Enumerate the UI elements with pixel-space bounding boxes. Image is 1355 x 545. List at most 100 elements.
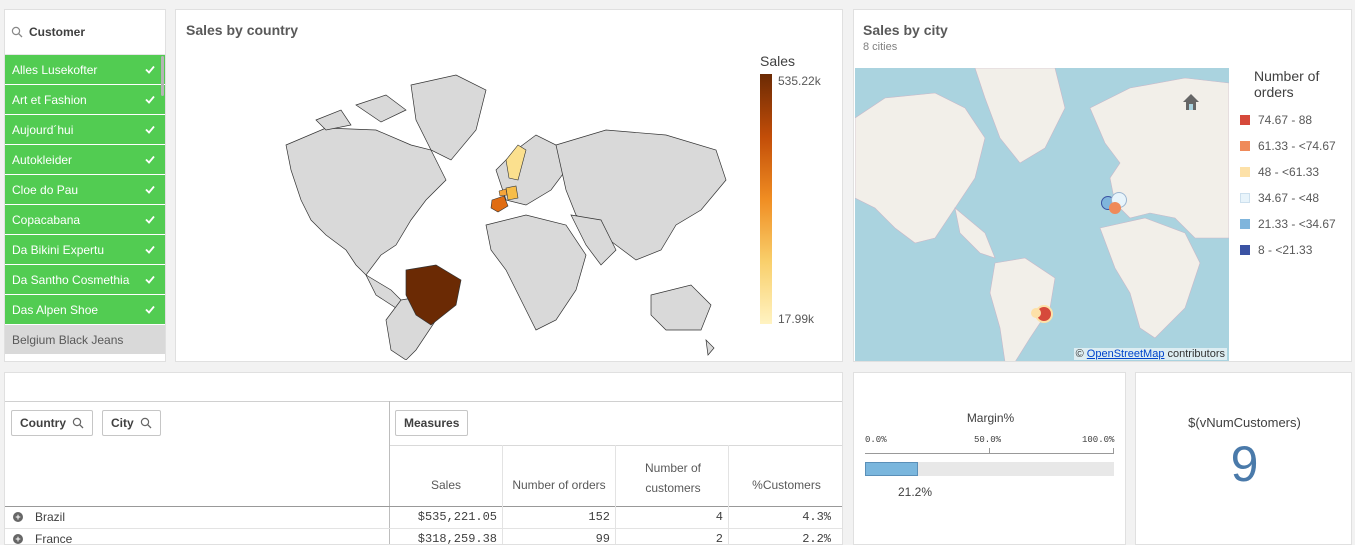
table-cell-customers: 4 [715, 510, 723, 524]
legend-swatch [1240, 141, 1250, 151]
filter-scrollbar[interactable] [161, 56, 164, 96]
margin-title: Margin% [966, 411, 1015, 425]
expand-plus-icon[interactable]: + [13, 512, 23, 522]
table-row-country[interactable]: + France [13, 532, 73, 545]
sales-by-city-panel: Sales by city 8 cities © OpenStreetMap c… [853, 9, 1352, 362]
sales-legend-min: 17.99k [778, 312, 815, 326]
measures-header-line [390, 445, 842, 446]
filter-item-selected[interactable]: Das Alpen Shoe [5, 295, 165, 325]
check-icon [145, 155, 155, 164]
orders-legend-item[interactable]: 61.33 - <74.67 [1240, 133, 1336, 159]
col-divider-3 [728, 445, 729, 544]
africa-land [1099, 217, 1201, 339]
header-top-line [5, 401, 842, 402]
legend-label: 74.67 - 88 [1258, 113, 1313, 127]
city-dimension-chip[interactable]: City [102, 410, 161, 436]
margin-tick-50: 50.0% [974, 435, 1002, 445]
filter-item-selected[interactable]: Copacabana [5, 205, 165, 235]
search-icon [140, 417, 152, 429]
openstreetmap-view[interactable]: © OpenStreetMap contributors [855, 68, 1229, 361]
table-cell-customers: 2 [715, 532, 723, 545]
check-icon [145, 95, 155, 104]
expand-plus-icon[interactable]: + [13, 534, 23, 544]
check-icon [145, 245, 155, 254]
filter-item-label: Aujourd´hui [12, 122, 74, 137]
search-icon [72, 417, 84, 429]
customer-filter-pane[interactable]: Customer Alles Lusekofter Art et Fashion A… [4, 9, 166, 362]
legend-label: 34.67 - <48 [1258, 191, 1320, 205]
city-map-title: Sales by city [863, 22, 948, 38]
table-row-country[interactable]: + Brazil [13, 510, 65, 524]
col-header-pct-customers[interactable]: %Customers [729, 478, 842, 492]
asia-shape [555, 129, 727, 261]
country-name: France [35, 532, 73, 545]
filter-item-label: Das Alpen Shoe [12, 302, 99, 317]
filter-item-selected[interactable]: Alles Lusekofter [5, 55, 165, 85]
kpi-value: 9 [1230, 436, 1259, 492]
orders-legend-item[interactable]: 48 - <61.33 [1240, 159, 1336, 185]
legend-swatch [1240, 193, 1250, 203]
col-header-orders[interactable]: Number of orders [503, 478, 615, 492]
belgium-shape [498, 188, 508, 197]
check-icon [145, 305, 155, 314]
filter-item-selected[interactable]: Da Bikini Expertu [5, 235, 165, 265]
col-header-sales[interactable]: Sales [391, 478, 501, 492]
city-bubble-orange[interactable] [1109, 202, 1121, 214]
filter-item-selected[interactable]: Aujourd´hui [5, 115, 165, 145]
table-cell-orders: 99 [595, 532, 610, 545]
filter-item-label: Cloe do Pau [12, 182, 79, 197]
orders-legend: 74.67 - 88 61.33 - <74.67 48 - <61.33 34.67… [1240, 107, 1336, 263]
filter-item-selected[interactable]: Art et Fashion [5, 85, 165, 115]
table-cell-sales: $318,259.38 [417, 532, 497, 545]
table-cell-sales: $535,221.05 [417, 510, 497, 524]
sales-legend-max: 535.22k [778, 74, 821, 88]
margin-value: 21.2% [898, 485, 933, 499]
world-choropleth-map[interactable] [206, 50, 736, 360]
dimension-divider [389, 401, 390, 544]
margin-bar-fill [865, 462, 918, 476]
australia-shape [650, 284, 712, 331]
filter-item-label: Da Santho Cosmethia [12, 272, 130, 287]
north-america-shape [285, 127, 447, 276]
filter-list: Alles Lusekofter Art et Fashion Aujourd´hu… [5, 55, 165, 355]
filter-item-alternative[interactable]: Belgium Black Jeans [5, 325, 165, 355]
filter-item-selected[interactable]: Autokleider [5, 145, 165, 175]
check-icon [145, 125, 155, 134]
col-divider-1 [502, 445, 503, 544]
orders-legend-item[interactable]: 21.33 - <34.67 [1240, 211, 1336, 237]
openstreetmap-link[interactable]: OpenStreetMap [1087, 348, 1165, 360]
margin-tick-100: 100.0% [1082, 435, 1115, 445]
orders-legend-item[interactable]: 74.67 - 88 [1240, 107, 1336, 133]
filter-item-selected[interactable]: Cloe do Pau [5, 175, 165, 205]
check-icon [145, 65, 155, 74]
legend-swatch [1240, 115, 1250, 125]
country-name: Brazil [35, 510, 66, 524]
sales-by-country-panel: Sales by country Sales 535.22k 17.99k [175, 9, 843, 362]
legend-label: 8 - <21.33 [1258, 243, 1313, 257]
margin-axis-end-tick [1113, 448, 1114, 454]
city-bubble-yellow[interactable] [1031, 308, 1041, 318]
table-cell-pct: 2.2% [802, 532, 831, 545]
legend-swatch [1240, 219, 1250, 229]
country-dimension-chip[interactable]: Country [11, 410, 93, 436]
filter-item-label: Art et Fashion [12, 92, 87, 107]
filter-item-selected[interactable]: Da Santho Cosmethia [5, 265, 165, 295]
measures-chip[interactable]: Measures [395, 410, 469, 436]
filter-header[interactable]: Customer [5, 10, 165, 55]
sales-legend-title: Sales [760, 53, 796, 69]
orders-legend-item[interactable]: 34.67 - <48 [1240, 185, 1336, 211]
city-map-subtitle: 8 cities [863, 41, 898, 53]
table-cell-pct: 4.3% [802, 510, 831, 524]
legend-swatch [1240, 167, 1250, 177]
orders-legend-item[interactable]: 8 - <21.33 [1240, 237, 1336, 263]
pivot-table-panel: Country City Measures Sales Number of or… [4, 372, 843, 545]
home-icon[interactable] [1181, 92, 1201, 112]
filter-item-label: Autokleider [12, 152, 73, 167]
sales-gradient-bar [760, 74, 772, 324]
greenland-land [974, 68, 1066, 164]
col-header-customers[interactable]: Number of customers [635, 458, 711, 498]
legend-label: 48 - <61.33 [1258, 165, 1320, 179]
germany-shape [505, 185, 519, 201]
table-cell-orders: 152 [588, 510, 610, 524]
filter-title: Customer [29, 25, 86, 39]
